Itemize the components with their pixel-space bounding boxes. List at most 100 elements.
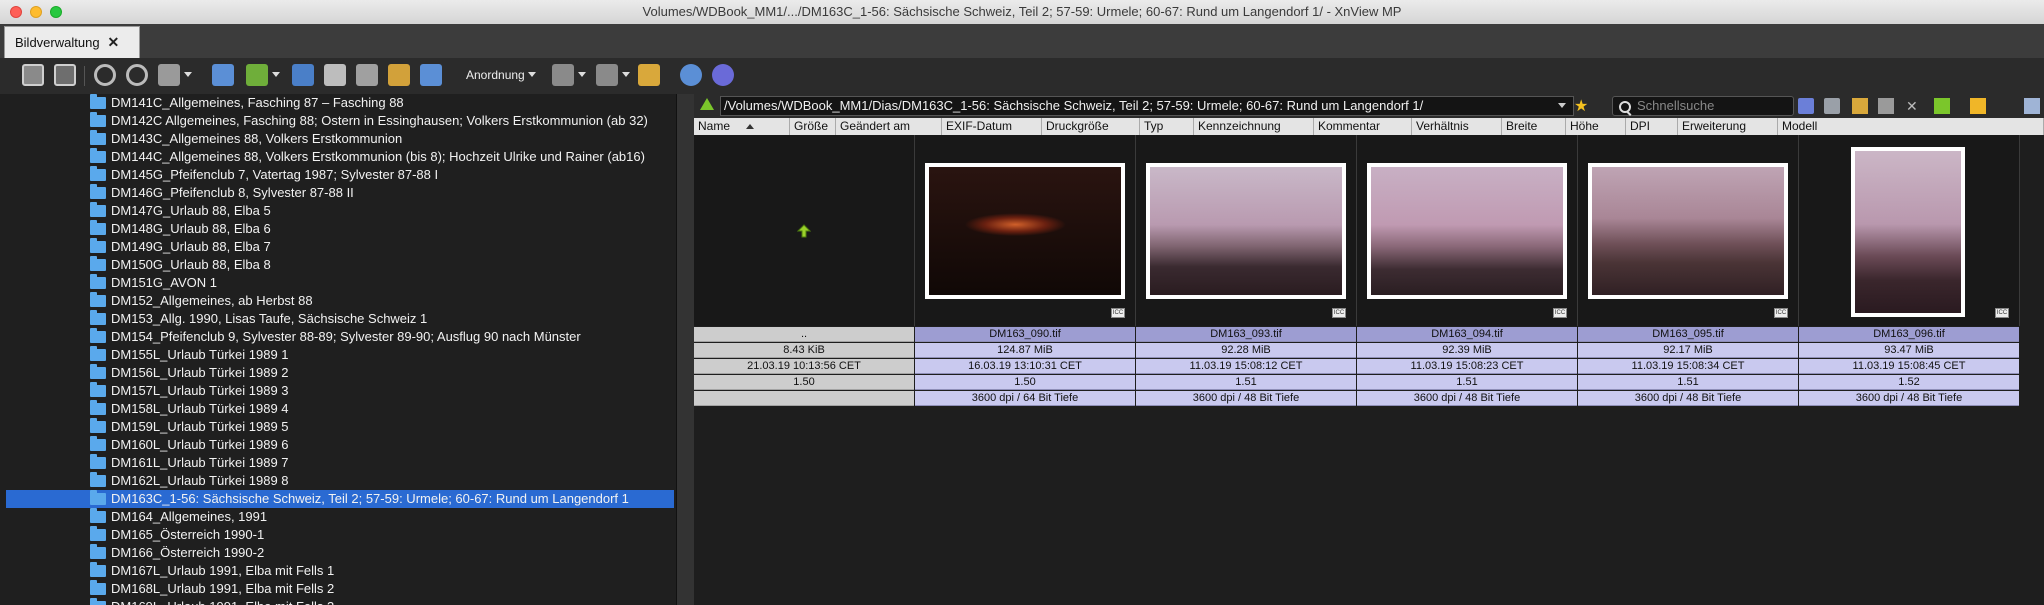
folder-tree-item[interactable]: DM144C_Allgemeines 88, Volkers Erstkommu… — [6, 148, 674, 166]
arrange-menu[interactable]: Anordnung — [466, 68, 525, 82]
chevron-down-icon[interactable] — [578, 72, 586, 77]
view-mode-icon[interactable] — [552, 64, 574, 86]
column-header-item[interactable]: Höhe — [1566, 118, 1626, 135]
thumbnail-item[interactable]: ICC DM163_095.tif 92.17 MiB 11.03.19 15:08:… — [1578, 135, 1799, 406]
column-header-item[interactable]: Erweiterung — [1678, 118, 1778, 135]
folder-tree-item[interactable]: DM160L_Urlaub Türkei 1989 6 — [6, 436, 674, 454]
column-header-item[interactable]: Druckgröße — [1042, 118, 1140, 135]
folder-tree-item[interactable]: DM146G_Pfeifenclub 8, Sylvester 87-88 II — [6, 184, 674, 202]
chevron-down-icon[interactable] — [528, 72, 536, 77]
move-icon[interactable] — [1878, 98, 1894, 114]
print-icon[interactable] — [324, 64, 346, 86]
settings-icon[interactable] — [680, 64, 702, 86]
folder-tree-item[interactable]: DM152_Allgemeines, ab Herbst 88 — [6, 292, 674, 310]
capture-icon[interactable] — [420, 64, 442, 86]
up-folder-icon[interactable] — [1934, 98, 1950, 114]
filter-icon[interactable] — [1970, 98, 1986, 114]
folder-icon — [90, 148, 106, 163]
folder-tree-item[interactable]: DM164_Allgemeines, 1991 — [6, 508, 674, 526]
thumbnail-name-label: DM163_096.tif — [1799, 327, 2019, 342]
thumbnail-name-label: DM163_093.tif — [1136, 327, 1356, 342]
chevron-down-icon[interactable] — [1558, 103, 1566, 108]
tab-bildverwaltung[interactable]: Bildverwaltung ✕ — [4, 26, 140, 58]
folder-tree-item[interactable]: DM143C_Allgemeines 88, Volkers Erstkommu… — [6, 130, 674, 148]
folder-tree-item[interactable]: DM141C_Allgemeines, Fasching 87 – Faschi… — [6, 94, 674, 112]
quick-search-input[interactable]: Schnellsuche — [1612, 96, 1794, 116]
thumbnail-item[interactable]: ICC DM163_093.tif 92.28 MiB 11.03.19 15:08:… — [1136, 135, 1357, 406]
favorites-star-icon[interactable]: ★ — [1574, 96, 1588, 116]
close-tab-icon[interactable]: ✕ — [108, 34, 120, 51]
parent-folder-item[interactable]: .. 8.43 KiB 21.03.19 10:13:56 CET 1.50 — [694, 135, 915, 406]
folder-tree-item[interactable]: DM154_Pfeifenclub 9, Sylvester 88-89; Sy… — [6, 328, 674, 346]
thumbnail-size-label: 93.47 MiB — [1799, 343, 2019, 358]
folder-tree-item[interactable]: DM166_Österreich 1990-2 — [6, 544, 674, 562]
folder-tree-item[interactable]: DM168L_Urlaub 1991, Elba mit Fells 2 — [6, 580, 674, 598]
folder-options-icon[interactable] — [638, 64, 660, 86]
column-header-item[interactable]: Typ — [1140, 118, 1194, 135]
parent-folder-icon[interactable] — [700, 98, 714, 110]
forward-icon[interactable] — [1824, 98, 1840, 114]
fullscreen-icon[interactable] — [22, 64, 44, 86]
folder-tree-item[interactable]: DM153_Allg. 1990, Lisas Taufe, Sächsisch… — [6, 310, 674, 328]
chevron-down-icon[interactable] — [184, 72, 192, 77]
folder-tree-item[interactable]: DM156L_Urlaub Türkei 1989 2 — [6, 364, 674, 382]
column-header-item[interactable]: Kommentar — [1314, 118, 1412, 135]
new-folder-icon[interactable] — [1852, 98, 1868, 114]
folder-tree-item[interactable]: DM149G_Urlaub 88, Elba 7 — [6, 238, 674, 256]
folder-tree-item[interactable]: DM155L_Urlaub Türkei 1989 1 — [6, 346, 674, 364]
folder-tree-item[interactable]: DM161L_Urlaub Türkei 1989 7 — [6, 454, 674, 472]
convert-icon[interactable] — [246, 64, 268, 86]
thumbnail-item[interactable]: ICC DM163_094.tif 92.39 MiB 11.03.19 15:08:… — [1357, 135, 1578, 406]
thumbnail-area: ICC — [1357, 135, 1578, 326]
column-header-item[interactable]: Kennzeichnung — [1194, 118, 1314, 135]
column-header-item[interactable]: EXIF-Datum — [942, 118, 1042, 135]
folder-tree-item[interactable]: DM157L_Urlaub Türkei 1989 3 — [6, 382, 674, 400]
column-header-item[interactable]: Größe — [790, 118, 836, 135]
chevron-down-icon[interactable] — [272, 72, 280, 77]
delete-icon[interactable]: ✕ — [1906, 98, 1922, 114]
folder-label: DM166_Österreich 1990-2 — [111, 545, 265, 560]
help-icon[interactable] — [712, 64, 734, 86]
folder-label: DM161L_Urlaub Türkei 1989 7 — [111, 455, 289, 470]
thumbnail-item[interactable]: ICC DM163_090.tif 124.87 MiB 16.03.19 13:10… — [915, 135, 1136, 406]
column-header-item[interactable]: Verhältnis — [1412, 118, 1502, 135]
filmstrip-icon[interactable] — [54, 64, 76, 86]
back-icon[interactable] — [1798, 98, 1814, 114]
column-header-item[interactable]: Name — [694, 118, 790, 135]
folder-tree-item[interactable]: DM163C_1-56: Sächsische Schweiz, Teil 2;… — [6, 490, 674, 508]
photo-thumbnail — [925, 163, 1125, 299]
folder-tree-item[interactable]: DM148G_Urlaub 88, Elba 6 — [6, 220, 674, 238]
folder-tree-item[interactable]: DM159L_Urlaub Türkei 1989 5 — [6, 418, 674, 436]
folder-tree-item[interactable]: DM151G_AVON 1 — [6, 274, 674, 292]
column-header-item[interactable]: Modell — [1778, 118, 2044, 135]
batch-icon[interactable] — [356, 64, 378, 86]
column-header-item[interactable]: DPI — [1626, 118, 1678, 135]
binoculars-icon[interactable] — [292, 64, 314, 86]
transform-icon[interactable] — [158, 64, 180, 86]
pane-splitter[interactable] — [676, 94, 695, 605]
thumbnail-date-label: 21.03.19 10:13:56 CET — [694, 359, 914, 374]
thumbnail-ratio-label: 1.50 — [694, 375, 914, 390]
thumbnail-size-icon[interactable] — [596, 64, 618, 86]
folder-tree-item[interactable]: DM165_Österreich 1990-1 — [6, 526, 674, 544]
slideshow-icon[interactable] — [388, 64, 410, 86]
column-header-item[interactable]: Geändert am — [836, 118, 942, 135]
folder-tree-item[interactable]: DM145G_Pfeifenclub 7, Vatertag 1987; Syl… — [6, 166, 674, 184]
chevron-down-icon[interactable] — [622, 72, 630, 77]
column-header-item[interactable]: Breite — [1502, 118, 1566, 135]
folder-tree-item[interactable]: DM169L_Urlaub 1991, Elba mit Fells 3 — [6, 598, 674, 605]
folder-tree-item[interactable]: DM158L_Urlaub Türkei 1989 4 — [6, 400, 674, 418]
path-input[interactable]: /Volumes/WDBook_MM1/Dias/DM163C_1-56: Sä… — [720, 96, 1574, 116]
folder-icon — [90, 544, 106, 559]
folder-tree-item[interactable]: DM150G_Urlaub 88, Elba 8 — [6, 256, 674, 274]
layout-grid-icon[interactable] — [2024, 98, 2040, 114]
rotate-left-icon[interactable] — [94, 64, 116, 86]
rotate-right-icon[interactable] — [126, 64, 148, 86]
thumbnail-item[interactable]: ICC DM163_096.tif 93.47 MiB 11.03.19 15:08:… — [1799, 135, 2020, 406]
file-info-icon[interactable] — [212, 64, 234, 86]
folder-tree-item[interactable]: DM162L_Urlaub Türkei 1989 8 — [6, 472, 674, 490]
tab-bar: Bildverwaltung ✕ — [0, 24, 2044, 59]
folder-tree-item[interactable]: DM147G_Urlaub 88, Elba 5 — [6, 202, 674, 220]
folder-tree-item[interactable]: DM167L_Urlaub 1991, Elba mit Fells 1 — [6, 562, 674, 580]
folder-tree-item[interactable]: DM142C Allgemeines, Fasching 88; Ostern … — [6, 112, 674, 130]
